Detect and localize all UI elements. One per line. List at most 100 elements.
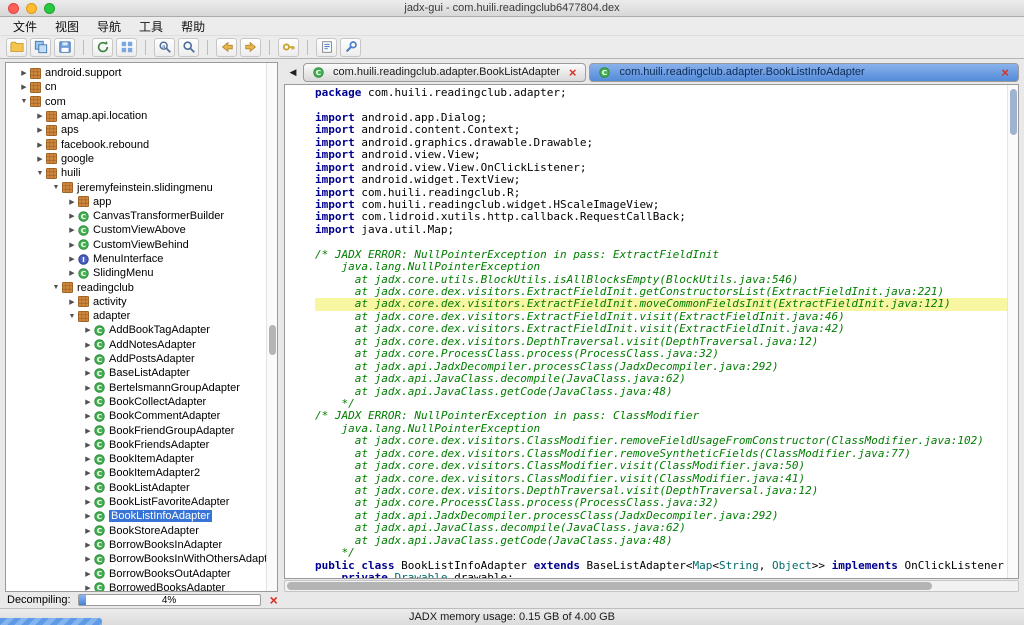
collapsed-arrow-icon[interactable]: ▶ <box>82 512 94 520</box>
collapsed-arrow-icon[interactable]: ▶ <box>82 584 94 591</box>
minimize-window-button[interactable] <box>26 3 37 14</box>
tree-item[interactable]: ▶ C BertelsmannGroupAdapter <box>6 381 266 395</box>
collapsed-arrow-icon[interactable]: ▶ <box>34 155 46 163</box>
code-horizontal-scrollbar[interactable] <box>284 580 1019 592</box>
tree-item[interactable]: ▶ activity <box>6 295 266 309</box>
expanded-arrow-icon[interactable]: ▼ <box>66 313 78 320</box>
collapsed-arrow-icon[interactable]: ▶ <box>82 341 94 349</box>
tree-item[interactable]: ▼ readingclub <box>6 280 266 294</box>
tab-close-icon[interactable]: × <box>569 66 577 79</box>
tree-item[interactable]: ▶ C BookCommentAdapter <box>6 409 266 423</box>
collapsed-arrow-icon[interactable]: ▶ <box>82 498 94 506</box>
collapsed-arrow-icon[interactable]: ▶ <box>82 541 94 549</box>
tree-item[interactable]: ▶ C AddNotesAdapter <box>6 338 266 352</box>
expanded-arrow-icon[interactable]: ▼ <box>34 170 46 177</box>
collapsed-arrow-icon[interactable]: ▶ <box>82 412 94 420</box>
collapsed-arrow-icon[interactable]: ▶ <box>34 126 46 134</box>
tree-item[interactable]: ▶ google <box>6 152 266 166</box>
collapsed-arrow-icon[interactable]: ▶ <box>82 355 94 363</box>
tree-item[interactable]: ▶ C AddPostsAdapter <box>6 352 266 366</box>
nav-forward-button[interactable] <box>240 37 261 57</box>
expanded-arrow-icon[interactable]: ▼ <box>18 98 30 105</box>
tree-scrollbar-thumb[interactable] <box>269 325 276 355</box>
tree-item[interactable]: ▶ C SlidingMenu <box>6 266 266 280</box>
tree-item[interactable]: ▶ cn <box>6 80 266 94</box>
collapsed-arrow-icon[interactable]: ▶ <box>66 212 78 220</box>
collapsed-arrow-icon[interactable]: ▶ <box>82 484 94 492</box>
tree-item[interactable]: ▶ C BookStoreAdapter <box>6 524 266 538</box>
tree-item[interactable]: ▼ adapter <box>6 309 266 323</box>
menu-item-4[interactable]: 工具 <box>130 18 172 35</box>
collapsed-arrow-icon[interactable]: ▶ <box>18 69 30 77</box>
tree-item[interactable]: ▶ C BookCollectAdapter <box>6 395 266 409</box>
collapsed-arrow-icon[interactable]: ▶ <box>82 527 94 535</box>
tree-item[interactable]: ▶ C CanvasTransformerBuilder <box>6 209 266 223</box>
code-vertical-scrollbar[interactable] <box>1007 85 1018 578</box>
collapsed-arrow-icon[interactable]: ▶ <box>82 398 94 406</box>
tree-item[interactable]: ▶ amap.api.location <box>6 109 266 123</box>
tree-item[interactable]: ▶ C BookListFavoriteAdapter <box>6 495 266 509</box>
log-viewer-button[interactable] <box>316 37 337 57</box>
tree-item[interactable]: ▶ C BorrowBooksOutAdapter <box>6 566 266 580</box>
export-gradle-button[interactable] <box>54 37 75 57</box>
collapsed-arrow-icon[interactable]: ▶ <box>66 241 78 249</box>
tree-item[interactable]: ▶ C BookFriendGroupAdapter <box>6 423 266 437</box>
collapsed-arrow-icon[interactable]: ▶ <box>82 570 94 578</box>
menu-item-2[interactable]: 视图 <box>46 18 88 35</box>
collapsed-arrow-icon[interactable]: ▶ <box>82 326 94 334</box>
collapsed-arrow-icon[interactable]: ▶ <box>66 255 78 263</box>
code-area[interactable]: package com.huili.readingclub.adapter; i… <box>285 85 1007 578</box>
tree-item[interactable]: ▶ C CustomViewBehind <box>6 238 266 252</box>
tree-item[interactable]: ▶ facebook.rebound <box>6 137 266 151</box>
tabs-scroll-left-button[interactable]: ◀ <box>286 67 300 78</box>
collapsed-arrow-icon[interactable]: ▶ <box>82 427 94 435</box>
cancel-decompile-button[interactable]: × <box>270 593 278 607</box>
tree-item-selected[interactable]: ▶ C BookListInfoAdapter <box>6 509 266 523</box>
code-hscrollbar-thumb[interactable] <box>287 582 933 590</box>
collapsed-arrow-icon[interactable]: ▶ <box>82 369 94 377</box>
tree-item[interactable]: ▶ C BookItemAdapter <box>6 452 266 466</box>
tree-item[interactable]: ▼ jeremyfeinstein.slidingmenu <box>6 180 266 194</box>
collapsed-arrow-icon[interactable]: ▶ <box>34 112 46 120</box>
deobfuscation-button[interactable] <box>116 37 137 57</box>
tree-vertical-scrollbar[interactable] <box>266 63 277 591</box>
collapsed-arrow-icon[interactable]: ▶ <box>82 441 94 449</box>
tab-close-icon[interactable]: × <box>1001 66 1009 79</box>
tree-item[interactable]: ▶ C AddBookTagAdapter <box>6 323 266 337</box>
quark-button[interactable] <box>278 37 299 57</box>
collapsed-arrow-icon[interactable]: ▶ <box>82 455 94 463</box>
collapsed-arrow-icon[interactable]: ▶ <box>82 384 94 392</box>
menu-item-5[interactable]: 帮助 <box>172 18 214 35</box>
collapsed-arrow-icon[interactable]: ▶ <box>82 469 94 477</box>
tree-item[interactable]: ▶ C BorrowBooksInWithOthersAdapter <box>6 552 266 566</box>
collapsed-arrow-icon[interactable]: ▶ <box>66 269 78 277</box>
collapsed-arrow-icon[interactable]: ▶ <box>66 298 78 306</box>
nav-back-button[interactable] <box>216 37 237 57</box>
menu-item-1[interactable]: 文件 <box>4 18 46 35</box>
zoom-window-button[interactable] <box>44 3 55 14</box>
tree-item[interactable]: ▶ I MenuInterface <box>6 252 266 266</box>
tree-item[interactable]: ▶ C BookFriendsAdapter <box>6 438 266 452</box>
open-file-button[interactable] <box>6 37 27 57</box>
collapsed-arrow-icon[interactable]: ▶ <box>82 555 94 563</box>
collapsed-arrow-icon[interactable]: ▶ <box>34 141 46 149</box>
class-search-button[interactable] <box>178 37 199 57</box>
tree-item[interactable]: ▶ C BookItemAdapter2 <box>6 466 266 480</box>
reload-button[interactable] <box>92 37 113 57</box>
tree-item[interactable]: ▶ android.support <box>6 66 266 80</box>
text-search-button[interactable]: a <box>154 37 175 57</box>
collapsed-arrow-icon[interactable]: ▶ <box>18 83 30 91</box>
tab-2-active[interactable]: Ccom.huili.readingclub.adapter.BookListI… <box>589 62 1019 82</box>
tree-item[interactable]: ▶ app <box>6 195 266 209</box>
tree-item[interactable]: ▶ C BookListAdapter <box>6 481 266 495</box>
tree-item[interactable]: ▶ C BaseListAdapter <box>6 366 266 380</box>
tree-item[interactable]: ▶ C BorrowedBooksAdapter <box>6 581 266 591</box>
tree-item[interactable]: ▼ huili <box>6 166 266 180</box>
code-scrollbar-thumb[interactable] <box>1010 89 1017 135</box>
menu-item-3[interactable]: 导航 <box>88 18 130 35</box>
expanded-arrow-icon[interactable]: ▼ <box>50 284 62 291</box>
save-all-button[interactable] <box>30 37 51 57</box>
tree-item[interactable]: ▶ C CustomViewAbove <box>6 223 266 237</box>
close-window-button[interactable] <box>8 3 19 14</box>
tree-item[interactable]: ▶ aps <box>6 123 266 137</box>
